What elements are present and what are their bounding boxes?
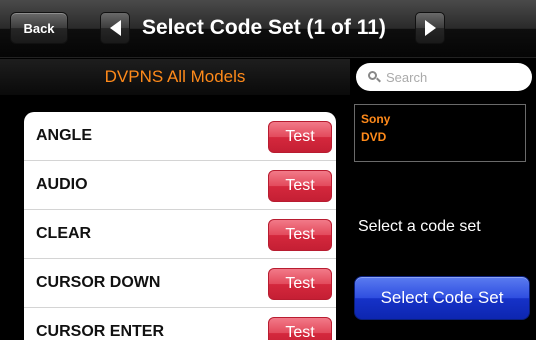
- list-item: CLEAR Test: [24, 210, 336, 259]
- command-label: AUDIO: [36, 176, 88, 193]
- back-button[interactable]: Back: [10, 12, 68, 44]
- test-button[interactable]: Test: [268, 317, 332, 340]
- command-label: CURSOR DOWN: [36, 274, 161, 291]
- selected-brand: Sony: [361, 112, 391, 126]
- command-label: CURSOR ENTER: [36, 323, 165, 340]
- command-label: ANGLE: [36, 127, 92, 144]
- arrow-right-icon: [424, 20, 436, 36]
- test-button[interactable]: Test: [268, 268, 332, 300]
- command-label: CLEAR: [36, 225, 92, 242]
- selected-device: DVD: [361, 130, 387, 144]
- select-code-set-button[interactable]: Select Code Set: [354, 276, 530, 320]
- arrow-left-icon: [109, 20, 121, 36]
- current-selection: Sony DVD: [354, 104, 526, 162]
- test-button[interactable]: Test: [268, 121, 332, 153]
- previous-code-set-button[interactable]: [100, 12, 130, 44]
- list-item: CURSOR DOWN Test: [24, 259, 336, 308]
- search-input[interactable]: [386, 69, 516, 85]
- search-icon: [368, 71, 381, 83]
- list-item: AUDIO Test: [24, 161, 336, 210]
- list-item: CURSOR ENTER Test: [24, 308, 336, 340]
- search-field[interactable]: [356, 63, 532, 91]
- command-list: ANGLE Test AUDIO Test CLEAR Test CURSOR …: [24, 112, 336, 340]
- test-button[interactable]: Test: [268, 219, 332, 251]
- test-button[interactable]: Test: [268, 170, 332, 202]
- nav-bar: Back Select Code Set (1 of 11): [0, 0, 536, 58]
- page-title: Select Code Set (1 of 11): [142, 16, 386, 39]
- hint-text: Select a code set: [358, 218, 481, 235]
- next-code-set-button[interactable]: [415, 12, 445, 44]
- model-header: DVPNS All Models: [0, 59, 350, 95]
- list-item: ANGLE Test: [24, 112, 336, 161]
